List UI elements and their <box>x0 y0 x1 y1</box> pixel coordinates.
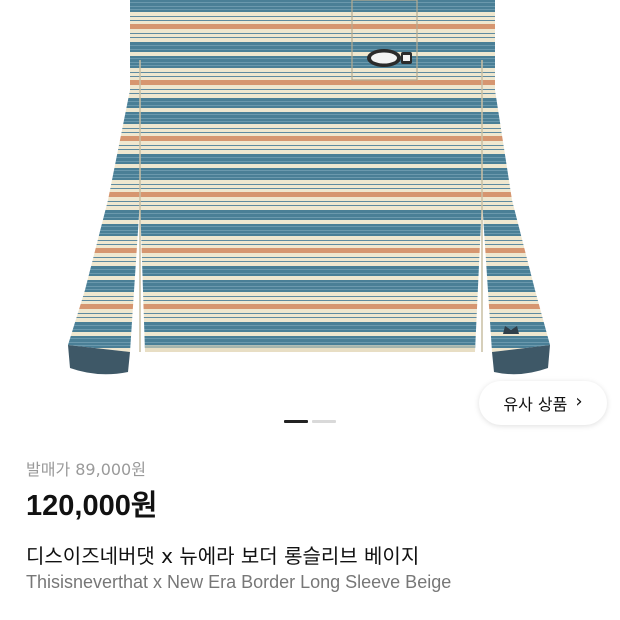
pager-dot-active[interactable] <box>284 420 308 423</box>
product-image[interactable] <box>0 0 620 392</box>
product-name-english: Thisisneverthat x New Era Border Long Sl… <box>26 572 452 592</box>
product-photo <box>68 0 550 375</box>
image-pager <box>0 420 620 424</box>
similar-products-button[interactable]: 유사 상품 › <box>479 381 607 425</box>
similar-products-label: 유사 상품 <box>503 395 568 414</box>
chevron-right-icon: › <box>575 391 583 412</box>
retail-price: 발매가 89,000원 <box>26 460 146 479</box>
pager-dot[interactable] <box>312 420 336 423</box>
product-name-korean: 디스이즈네버댓 x 뉴에라 보더 롱슬리브 베이지 <box>26 544 420 568</box>
current-price: 120,000원 <box>26 490 158 522</box>
